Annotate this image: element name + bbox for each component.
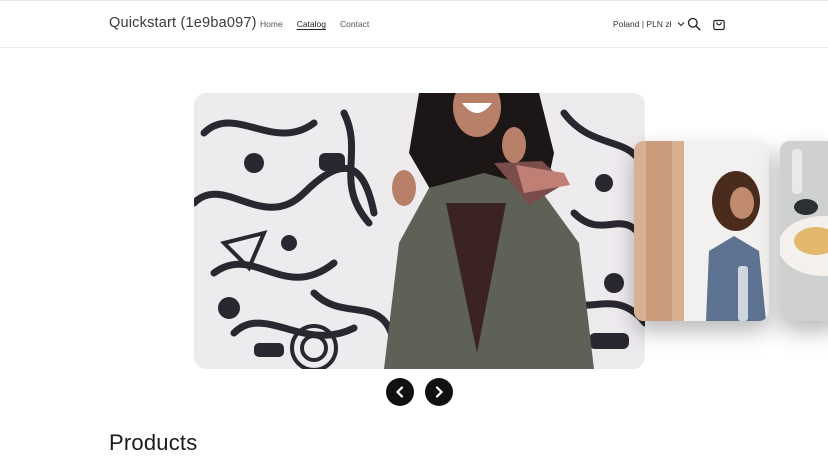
carousel-next-button[interactable] [425,378,453,406]
cart-icon [713,19,725,31]
site-header: Quickstart (1e9ba097) Home Catalog Conta… [0,0,828,48]
carousel-prev-button[interactable] [386,378,414,406]
products-heading: Products [109,430,198,455]
carousel-slide-next-2[interactable] [780,141,828,321]
nav-item-home[interactable]: Home [260,19,283,29]
locale-label: Poland | PLN zł [613,19,672,29]
search-icon [687,17,701,31]
carousel-slide-next[interactable] [634,141,769,321]
locale-selector[interactable]: Poland | PLN zł [613,19,685,29]
store-logo[interactable]: Quickstart (1e9ba097) [109,15,257,31]
search-button[interactable] [686,16,702,32]
chevron-left-icon [395,386,404,398]
nav-item-catalog[interactable]: Catalog [297,19,326,29]
chevron-right-icon [435,386,444,398]
cart-button[interactable] [711,16,727,32]
slide-image [194,93,645,369]
nav-item-contact[interactable]: Contact [340,19,369,29]
main-nav: Home Catalog Contact [260,19,369,29]
slide-image [780,141,828,321]
slide-image [634,141,769,321]
chevron-down-icon [678,22,685,27]
carousel-slide-main[interactable] [194,93,645,369]
